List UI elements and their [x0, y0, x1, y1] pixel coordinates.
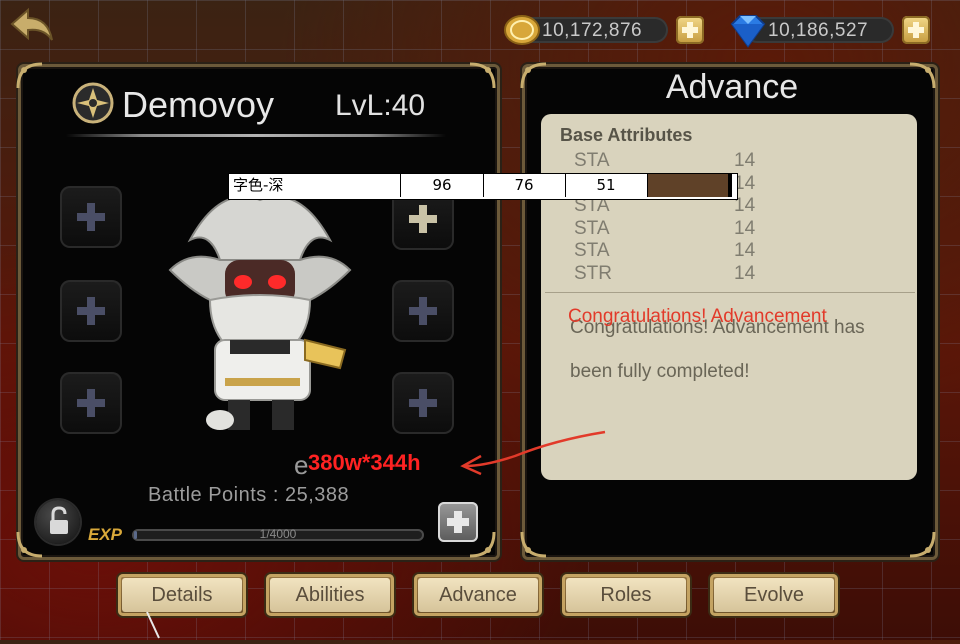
color-spec-table: 字色-深 96 76 51	[228, 173, 738, 200]
exp-value: 1/4000	[259, 527, 297, 541]
congrats-annotation-overlay: Congratulations! Advancement	[568, 306, 827, 327]
spec-value-b: 51	[565, 174, 648, 197]
add-slot-icon	[409, 297, 437, 325]
add-exp-button[interactable]	[438, 502, 478, 542]
tab-abilities[interactable]: Abilities	[266, 574, 394, 616]
advance-title: Advance	[665, 68, 799, 106]
dimension-annotation: 380w*344h	[308, 450, 421, 475]
add-slot-icon	[77, 203, 105, 231]
add-slot-icon	[409, 205, 437, 233]
attribute-row: STR 14	[574, 263, 774, 285]
add-gems-button[interactable]	[902, 16, 930, 44]
attribute-row: STA 14	[574, 218, 774, 240]
tab-label: Evolve	[743, 584, 805, 606]
equipment-slot[interactable]	[60, 280, 122, 342]
spec-value-r: 96	[401, 174, 484, 197]
diamond-icon	[730, 15, 766, 48]
tab-label: Roles	[600, 584, 652, 606]
equipment-slot[interactable]	[60, 186, 122, 248]
panel-corner-ornament	[520, 530, 548, 558]
add-slot-icon	[77, 389, 105, 417]
spec-value-g: 76	[483, 174, 566, 197]
attribute-row: STA 14	[574, 240, 774, 262]
title-divider	[66, 134, 446, 137]
exp-label: EXP	[88, 525, 123, 544]
spec-label: 字色-深	[229, 174, 401, 197]
advance-divider	[545, 292, 915, 293]
equipment-slot[interactable]	[392, 280, 454, 342]
equipment-slot[interactable]	[392, 372, 454, 434]
attribute-name: STA	[574, 240, 610, 261]
add-slot-icon	[77, 297, 105, 325]
hero-level: LvL:40	[335, 89, 426, 122]
hero-name: Demovoy	[122, 84, 275, 125]
gold-coin-icon	[504, 15, 540, 45]
attribute-row: STA 14	[574, 150, 774, 172]
battle-points: Battle Points : 25,388	[148, 484, 350, 506]
attribute-value: 14	[734, 263, 756, 284]
panel-corner-ornament	[468, 62, 496, 90]
gem-currency: 10,186,527	[726, 14, 936, 48]
annotation-arrow-icon	[455, 430, 615, 480]
gem-amount: 10,186,527	[768, 20, 869, 41]
back-arrow-icon[interactable]	[8, 6, 58, 46]
hero-title-fragment: e	[294, 450, 309, 480]
attribute-value: 14	[734, 150, 756, 171]
base-attributes-heading: Base Attributes	[560, 125, 693, 145]
panel-corner-ornament	[16, 62, 44, 90]
spec-color-swatch	[648, 174, 732, 197]
gold-currency: 10,172,876	[500, 14, 710, 46]
class-emblem-icon	[72, 82, 114, 124]
tab-details[interactable]: Details	[118, 574, 246, 616]
equipment-slot[interactable]	[60, 372, 122, 434]
lock-icon[interactable]	[36, 500, 80, 544]
add-slot-icon	[409, 389, 437, 417]
attribute-value: 14	[734, 240, 756, 261]
attribute-name: STA	[574, 218, 610, 239]
gold-amount: 10,172,876	[542, 20, 643, 41]
congrats-line-2: been fully completed!	[570, 361, 750, 382]
add-gold-button[interactable]	[676, 16, 704, 44]
tab-roles[interactable]: Roles	[562, 574, 690, 616]
attribute-name: STA	[574, 150, 610, 171]
tab-evolve[interactable]: Evolve	[710, 574, 838, 616]
attribute-value: 14	[734, 218, 756, 239]
tab-label: Details	[151, 584, 213, 606]
tab-advance[interactable]: Advance	[414, 574, 542, 616]
pointer-cursor-icon	[145, 610, 165, 640]
panel-corner-ornament	[908, 530, 936, 558]
attribute-name: STR	[574, 263, 612, 284]
tab-label: Abilities	[295, 584, 365, 606]
tab-label: Advance	[439, 584, 517, 606]
hero-character-portrait	[160, 190, 360, 440]
